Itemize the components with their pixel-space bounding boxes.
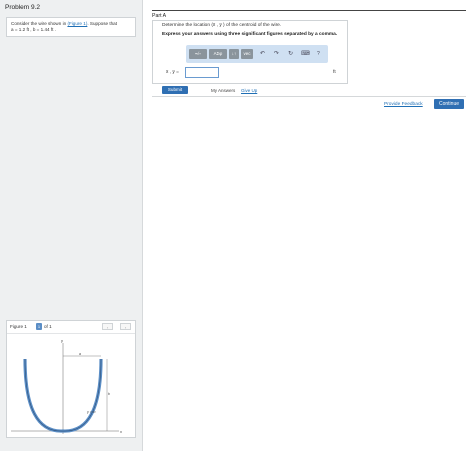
y-axis-label: y: [61, 338, 63, 343]
give-up-link[interactable]: Give Up: [241, 88, 257, 93]
question-text: Determine the location (x̄ , ȳ ) of the …: [162, 23, 282, 28]
provide-feedback-link[interactable]: Provide Feedback: [384, 102, 423, 107]
undo-icon[interactable]: ↶: [260, 50, 265, 58]
my-answers-link[interactable]: My Answers: [211, 88, 235, 93]
help-icon[interactable]: ?: [317, 50, 320, 58]
prev-figure-button[interactable]: ‹: [102, 323, 113, 330]
top-divider: [152, 10, 466, 11]
reset-icon[interactable]: ↻: [288, 50, 293, 58]
continue-button[interactable]: Continue: [434, 99, 464, 109]
math-toolbar: ▪√▫ ΑΣφ ↓↑ vec ↶ ↷ ↻ ⌨ ?: [186, 45, 328, 63]
subscript-button[interactable]: ↓↑: [229, 49, 239, 59]
dimension-a-label: a: [79, 352, 81, 356]
curve-equation-label: y = x²: [87, 410, 96, 414]
x-axis-label: x: [120, 429, 122, 434]
answer-unit-label: ft: [333, 70, 336, 75]
part-label: Part A: [152, 13, 167, 19]
problem-given-values: a = 1.2 ft , b = 1.44 ft .: [11, 26, 56, 32]
figure-panel: Figure 1 1 of 1 ‹ › y x a b y = x²: [6, 320, 136, 438]
symbols-button[interactable]: ΑΣφ: [209, 49, 227, 59]
figure-link[interactable]: (Figure 1): [67, 21, 87, 26]
vector-button[interactable]: vec: [241, 49, 253, 59]
bottom-divider: [152, 96, 466, 97]
problem-text-prefix: Consider the wire shown in: [11, 21, 68, 26]
figure-page-stepper[interactable]: 1: [36, 323, 42, 330]
problem-sidebar: Problem 9.2 Consider the wire shown in (…: [0, 0, 143, 451]
templates-button[interactable]: ▪√▫: [189, 49, 207, 59]
answer-input[interactable]: [185, 67, 219, 78]
question-instruction: Express your answers using three signifi…: [162, 32, 338, 37]
submit-button[interactable]: Submit: [162, 86, 188, 94]
answer-variable-label: x̄ , ȳ =: [166, 70, 179, 75]
problem-statement: Consider the wire shown in (Figure 1). S…: [6, 17, 136, 37]
dimension-b-label: b: [108, 392, 110, 396]
problem-text-suffix: . Suppose that: [87, 21, 117, 26]
redo-icon[interactable]: ↷: [274, 50, 279, 58]
problem-title: Problem 9.2: [5, 4, 41, 11]
keyboard-icon[interactable]: ⌨: [301, 50, 310, 58]
next-figure-button[interactable]: ›: [120, 323, 131, 330]
figure-page-count: of 1: [44, 324, 52, 329]
wire-figure: y x a b y = x²: [11, 338, 122, 434]
figure-label: Figure 1: [10, 324, 27, 329]
